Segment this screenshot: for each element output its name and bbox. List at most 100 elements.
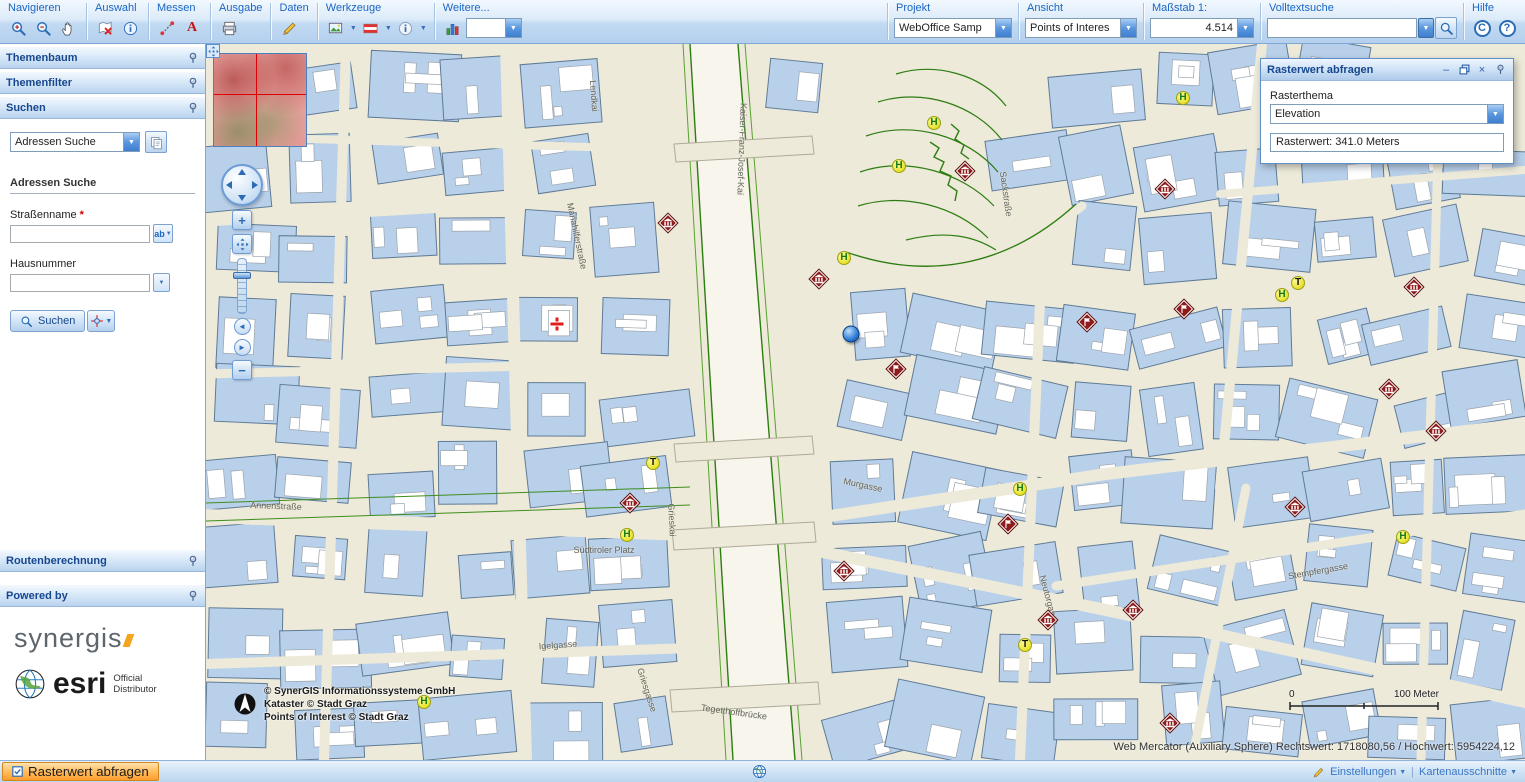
search-type-select[interactable]: Adressen Suche ▼ <box>10 132 140 152</box>
sort-ab-button[interactable]: ab▼ <box>153 224 173 243</box>
poi-taxi-marker[interactable]: T <box>1291 276 1305 290</box>
redlining-flag-button[interactable] <box>359 16 383 40</box>
pan-south-icon[interactable] <box>238 195 246 201</box>
poi-flag-marker[interactable] <box>887 360 906 379</box>
poi-cross-marker[interactable] <box>550 317 565 332</box>
house-number-dropdown[interactable]: ▼ <box>153 273 170 292</box>
chevron-down-icon[interactable]: ▼ <box>349 17 358 39</box>
overview-map[interactable] <box>213 53 307 147</box>
sidebar-panel-routenberechnung[interactable]: Routenberechnung <box>0 549 205 572</box>
zoom-slider[interactable] <box>237 258 247 314</box>
poi-hotel-marker[interactable]: H <box>620 528 634 542</box>
active-tool-button[interactable]: Rasterwert abfragen <box>2 762 159 781</box>
poi-hotel-marker[interactable]: H <box>892 159 906 173</box>
chevron-down-icon[interactable]: ▼ <box>995 19 1011 37</box>
pin-icon[interactable] <box>187 77 199 89</box>
previous-extent-button[interactable]: ◄ <box>234 318 251 335</box>
street-input[interactable] <box>10 225 150 243</box>
zoom-out-button[interactable] <box>31 16 55 40</box>
poi-taxi-marker[interactable]: T <box>646 456 660 470</box>
raster-theme-select[interactable]: Elevation ▼ <box>1270 104 1504 124</box>
poi-museum-marker[interactable] <box>1427 422 1446 441</box>
chevron-down-icon[interactable]: ▼ <box>1487 105 1503 123</box>
ansicht-select[interactable]: Points of Interes ▼ <box>1025 18 1137 38</box>
next-extent-button[interactable]: ► <box>234 339 251 356</box>
clear-selection-button[interactable] <box>93 16 117 40</box>
pan-compass[interactable] <box>221 164 263 206</box>
poi-hotel-marker[interactable]: H <box>1013 482 1027 496</box>
house-number-input[interactable] <box>10 274 150 292</box>
poi-museum-marker[interactable] <box>835 562 854 581</box>
massstab-select[interactable]: 4.514 ▼ <box>1150 18 1254 38</box>
select-info-button[interactable] <box>118 16 142 40</box>
map-viewport[interactable]: Kaiser-Franz-Josef-KaiLendkaiMariahilfer… <box>206 44 1525 760</box>
poi-museum-marker[interactable] <box>1156 180 1175 199</box>
sidebar-panel-themenbaum[interactable]: Themenbaum <box>0 46 205 69</box>
object-info-button[interactable] <box>394 16 418 40</box>
map-zoom-out-button[interactable]: − <box>232 360 252 380</box>
chevron-down-icon[interactable]: ▼ <box>123 133 139 151</box>
pan-west-icon[interactable] <box>226 181 232 189</box>
help-button[interactable]: ? <box>1495 16 1519 40</box>
full-extent-button[interactable] <box>232 234 252 254</box>
chart-tool-button[interactable] <box>441 16 465 40</box>
chevron-down-icon[interactable]: ▼ <box>1418 18 1434 38</box>
duplicate-search-button[interactable] <box>145 131 167 153</box>
einstellungen-menu[interactable]: Einstellungen▼ <box>1330 766 1406 778</box>
kartenausschnitte-menu[interactable]: Kartenausschnitte▼ <box>1419 766 1517 778</box>
pan-north-icon[interactable] <box>238 169 246 175</box>
chevron-down-icon[interactable]: ▼ <box>1237 19 1253 37</box>
globe-icon[interactable] <box>752 764 767 782</box>
poi-museum-marker[interactable] <box>659 214 678 233</box>
pencil-icon[interactable] <box>1312 766 1325 779</box>
pan-east-icon[interactable] <box>252 181 258 189</box>
poi-flag-marker[interactable] <box>1078 313 1097 332</box>
sidebar-panel-themenfilter[interactable]: Themenfilter <box>0 71 205 94</box>
poi-hotel-marker[interactable]: H <box>1396 530 1410 544</box>
chevron-down-icon[interactable]: ▼ <box>384 17 393 39</box>
pin-icon[interactable] <box>1493 63 1507 77</box>
poi-museum-marker[interactable] <box>956 162 975 181</box>
sidebar-panel-suchen[interactable]: Suchen <box>0 96 205 119</box>
overview-move-icon[interactable] <box>206 44 220 58</box>
reload-button[interactable]: C <box>1470 16 1494 40</box>
poi-museum-marker[interactable] <box>1380 380 1399 399</box>
esri-logo[interactable]: esri OfficialDistributor <box>14 668 191 700</box>
edit-data-button[interactable] <box>277 16 301 40</box>
poi-hotel-marker[interactable]: H <box>1176 91 1190 105</box>
pin-icon[interactable] <box>187 52 199 64</box>
chevron-down-icon[interactable]: ▼ <box>419 17 428 39</box>
poi-museum-marker[interactable] <box>621 494 640 513</box>
pin-icon[interactable] <box>187 102 199 114</box>
pin-icon[interactable] <box>187 590 199 602</box>
zoom-slider-handle[interactable] <box>233 272 251 279</box>
poi-hotel-marker[interactable]: H <box>837 251 851 265</box>
print-button[interactable] <box>217 16 241 40</box>
pin-icon[interactable] <box>187 555 199 567</box>
poi-museum-marker[interactable] <box>1039 611 1058 630</box>
volltextsuche-input[interactable] <box>1267 18 1417 38</box>
pan-button[interactable] <box>56 16 80 40</box>
poi-museum-marker[interactable] <box>1405 278 1424 297</box>
weitere-select[interactable]: ▼ <box>466 18 522 38</box>
search-button[interactable]: Suchen <box>10 310 85 332</box>
raster-panel-titlebar[interactable]: Rasterwert abfragen – × <box>1261 59 1513 81</box>
measure-area-button[interactable]: A <box>180 16 204 40</box>
poi-hotel-marker[interactable]: H <box>1275 288 1289 302</box>
projekt-select[interactable]: WebOffice Samp ▼ <box>894 18 1012 38</box>
chevron-down-icon[interactable]: ▼ <box>505 19 521 37</box>
poi-hotel-marker[interactable]: H <box>927 116 941 130</box>
poi-flag-marker[interactable] <box>1175 300 1194 319</box>
zoom-to-result-button[interactable]: ▼ <box>87 310 115 332</box>
synergis-logo[interactable]: synergis <box>14 623 191 654</box>
fulltext-search-button[interactable] <box>1435 17 1457 39</box>
poi-flag-marker[interactable] <box>999 515 1018 534</box>
measure-distance-button[interactable] <box>155 16 179 40</box>
poi-museum-marker[interactable] <box>810 270 829 289</box>
close-button[interactable]: × <box>1475 63 1489 77</box>
map-zoom-in-button[interactable]: + <box>232 210 252 230</box>
poi-museum-marker[interactable] <box>1286 498 1305 517</box>
zoom-in-button[interactable] <box>6 16 30 40</box>
minimize-button[interactable]: – <box>1439 63 1453 77</box>
restore-button[interactable] <box>1457 63 1471 77</box>
